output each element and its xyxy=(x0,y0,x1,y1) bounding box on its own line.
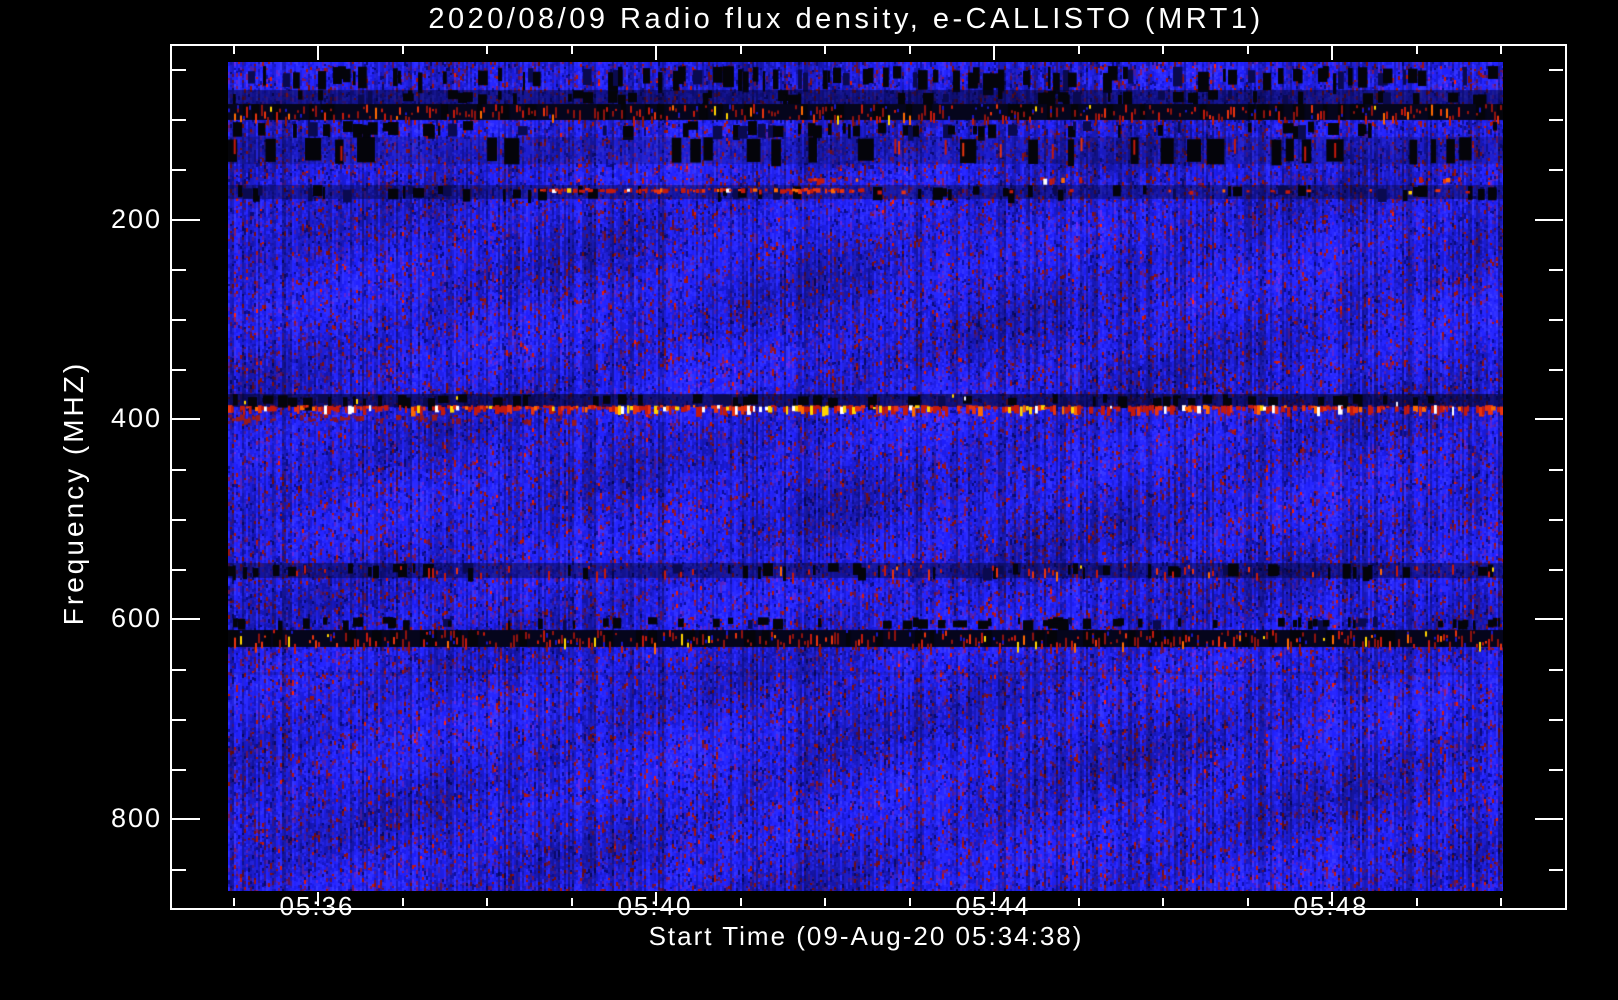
tick-mark xyxy=(1535,818,1563,820)
tick-mark xyxy=(993,46,995,60)
tick-mark xyxy=(172,869,186,871)
tick-mark xyxy=(1078,46,1080,54)
tick-mark xyxy=(1247,46,1249,54)
x-tick-label: 05:40 xyxy=(617,891,693,921)
tick-mark xyxy=(1500,898,1502,906)
tick-mark xyxy=(1247,898,1249,906)
tick-mark xyxy=(1549,169,1563,171)
tick-mark xyxy=(1416,898,1418,906)
tick-mark xyxy=(402,898,404,906)
tick-mark xyxy=(1331,46,1333,60)
tick-mark xyxy=(1549,519,1563,521)
tick-mark xyxy=(909,898,911,906)
tick-mark xyxy=(172,369,186,371)
tick-mark xyxy=(824,46,826,54)
x-tick-label: 05:36 xyxy=(279,891,355,921)
y-axis-title: Frequency (MHZ) xyxy=(58,360,89,626)
tick-mark xyxy=(172,69,186,71)
tick-mark xyxy=(172,669,186,671)
tick-mark xyxy=(1549,869,1563,871)
tick-mark xyxy=(1549,769,1563,771)
spectrogram-page: 2020/08/09 Radio flux density, e-CALLIST… xyxy=(0,0,1618,1000)
tick-mark xyxy=(402,46,404,54)
tick-mark xyxy=(740,46,742,54)
tick-mark xyxy=(1549,469,1563,471)
y-tick-label: 200 xyxy=(110,204,162,234)
tick-mark xyxy=(1535,618,1563,620)
tick-mark xyxy=(1549,669,1563,671)
tick-mark xyxy=(1078,898,1080,906)
tick-mark xyxy=(172,418,200,420)
tick-mark xyxy=(233,898,235,906)
tick-mark xyxy=(1535,219,1563,221)
tick-mark xyxy=(172,719,186,721)
tick-mark xyxy=(571,898,573,906)
tick-mark xyxy=(172,119,186,121)
tick-mark xyxy=(172,818,200,820)
tick-mark xyxy=(172,269,186,271)
tick-mark xyxy=(172,319,186,321)
tick-mark xyxy=(1162,898,1164,906)
y-tick-label: 800 xyxy=(110,803,162,833)
tick-mark xyxy=(486,46,488,54)
x-tick-label: 05:48 xyxy=(1293,891,1369,921)
tick-mark xyxy=(1549,69,1563,71)
tick-mark xyxy=(824,898,826,906)
tick-mark xyxy=(172,769,186,771)
tick-mark xyxy=(317,46,319,60)
x-axis-title: Start Time (09-Aug-20 05:34:38) xyxy=(648,921,1084,951)
tick-mark xyxy=(655,46,657,60)
spectrogram-canvas xyxy=(228,62,1503,891)
tick-mark xyxy=(1549,569,1563,571)
x-tick-label: 05:44 xyxy=(955,891,1031,921)
tick-mark xyxy=(1162,46,1164,54)
tick-mark xyxy=(1500,46,1502,54)
tick-mark xyxy=(172,618,200,620)
tick-mark xyxy=(233,46,235,54)
tick-mark xyxy=(486,898,488,906)
tick-mark xyxy=(1535,418,1563,420)
tick-mark xyxy=(172,469,186,471)
tick-mark xyxy=(1549,719,1563,721)
tick-mark xyxy=(172,569,186,571)
tick-mark xyxy=(1416,46,1418,54)
tick-mark xyxy=(1549,119,1563,121)
tick-mark xyxy=(172,519,186,521)
tick-mark xyxy=(1549,319,1563,321)
tick-mark xyxy=(1549,369,1563,371)
tick-mark xyxy=(1549,269,1563,271)
tick-mark xyxy=(909,46,911,54)
page-title: 2020/08/09 Radio flux density, e-CALLIST… xyxy=(428,3,1264,35)
tick-mark xyxy=(172,219,200,221)
tick-mark xyxy=(571,46,573,54)
tick-mark xyxy=(172,169,186,171)
tick-mark xyxy=(740,898,742,906)
